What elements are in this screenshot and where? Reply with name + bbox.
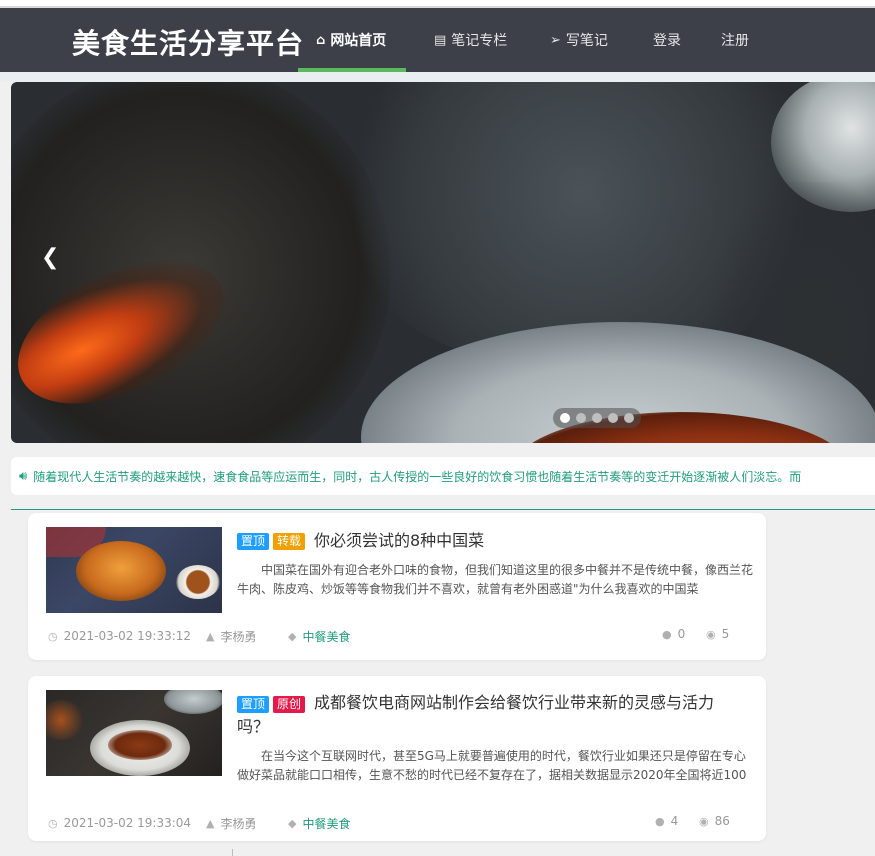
article-comments: ● 0 (662, 626, 685, 642)
clock-icon: ◷ (48, 816, 58, 830)
article-comments-count: 0 (677, 627, 686, 641)
section-divider (11, 509, 875, 510)
article-title[interactable]: 成都餐饮电商网站制作会给餐饮行业带来新的灵感与活力 (314, 691, 764, 715)
site-header: 美食生活分享平台 ⌂ 网站首页 ▤ 笔记专栏 ➢ 写笔记 登录 注册 (0, 6, 875, 73)
speaker-icon: 🔊︎ (19, 468, 28, 484)
user-icon: ▲ (206, 629, 215, 643)
nav-notes-column[interactable]: ▤ 笔记专栏 (434, 8, 507, 72)
carousel-dot[interactable] (576, 413, 586, 423)
article-date: ◷ 2021-03-02 19:33:04 (48, 815, 191, 831)
comment-icon: ● (655, 814, 665, 828)
article-comments: ● 4 (655, 813, 678, 829)
article-views-count: 5 (721, 627, 730, 641)
clock-icon: ◷ (48, 629, 58, 643)
article-comments-count: 4 (670, 814, 679, 828)
thumbnail-detail (76, 541, 166, 601)
tag-pinned: 置顶 (237, 533, 270, 550)
chevron-left-icon[interactable]: ❮ (41, 247, 59, 269)
paper-plane-icon: ➢ (550, 32, 561, 48)
article-category[interactable]: ◆ 中餐美食 (288, 628, 350, 644)
carousel-dot[interactable] (592, 413, 602, 423)
nav-write-note-label: 写笔记 (565, 33, 608, 49)
carousel-banner[interactable]: ❮ (11, 82, 875, 443)
nav-login[interactable]: 登录 (653, 8, 681, 72)
article-title-continued[interactable]: 吗？ (237, 715, 269, 739)
carousel-dot[interactable] (608, 413, 618, 423)
tag-repost: 转载 (273, 533, 306, 550)
tag-icon: ◆ (288, 816, 297, 830)
article-views-count: 86 (714, 814, 730, 828)
thumbnail-detail (108, 730, 172, 760)
article-date: ◷ 2021-03-02 19:33:12 (48, 628, 191, 644)
article-card[interactable]: 置顶 原创 成都餐饮电商网站制作会给餐饮行业带来新的灵感与活力 吗？ 在当今这个… (28, 676, 766, 841)
tag-original: 原创 (273, 696, 306, 713)
carousel-dot[interactable] (560, 413, 570, 423)
thumbnail-detail (46, 700, 86, 740)
article-title[interactable]: 你必须尝试的8种中国菜 (314, 529, 754, 553)
notice-text: 随着现代人生活节奏的越来越快，速食食品等应运而生，同时，古人传授的一些良好的饮食… (33, 469, 802, 484)
nav-notes-column-label: 笔记专栏 (451, 33, 508, 49)
site-logo[interactable]: 美食生活分享平台 (72, 22, 304, 62)
eye-icon: ◉ (706, 627, 716, 641)
article-category[interactable]: ◆ 中餐美食 (288, 815, 350, 831)
article-author-text: 李杨勇 (220, 816, 257, 831)
article-thumbnail[interactable] (46, 527, 222, 613)
nav-write-note[interactable]: ➢ 写笔记 (550, 8, 608, 72)
article-tags: 置顶 转载 (237, 533, 306, 550)
article-tags: 置顶 原创 (237, 696, 306, 713)
notice-bar: 🔊︎ 随着现代人生活节奏的越来越快，速食食品等应运而生，同时，古人传授的一些良好… (11, 457, 875, 495)
article-thumbnail[interactable] (46, 690, 222, 776)
article-views: ◉ 86 (699, 813, 730, 829)
user-icon: ▲ (206, 816, 215, 830)
tag-icon: ◆ (288, 629, 297, 643)
nav-login-label: 登录 (653, 33, 681, 49)
carousel-indicators (553, 408, 641, 428)
nav-register-label: 注册 (721, 33, 749, 49)
next-card-edge (232, 849, 233, 856)
article-views: ◉ 5 (706, 626, 729, 642)
article-date-text: 2021-03-02 19:33:12 (63, 629, 192, 643)
header-gap (0, 72, 875, 82)
thumbnail-detail (176, 565, 220, 599)
document-icon: ▤ (434, 32, 447, 48)
article-summary: 中国菜在国外有迎合老外口味的食物，但我们知道这里的很多中餐并不是传统中餐，像西兰… (237, 563, 754, 596)
article-card[interactable]: 置顶 转载 你必须尝试的8种中国菜 中国菜在国外有迎合老外口味的食物，但我们知道… (28, 513, 766, 660)
article-summary: 在当今这个互联网时代，甚至5G马上就要普遍使用的时代，餐饮行业如果还只是停留在专… (237, 749, 747, 782)
article-author: ▲ 李杨勇 (206, 628, 256, 644)
home-icon: ⌂ (316, 32, 326, 48)
thumbnail-detail (164, 690, 222, 714)
carousel-dot[interactable] (624, 413, 634, 423)
article-author-text: 李杨勇 (220, 629, 257, 644)
tag-pinned: 置顶 (237, 696, 270, 713)
eye-icon: ◉ (699, 814, 709, 828)
nav-register[interactable]: 注册 (721, 8, 749, 72)
article-category-text[interactable]: 中餐美食 (302, 815, 350, 832)
comment-icon: ● (662, 627, 672, 641)
article-author: ▲ 李杨勇 (206, 815, 256, 831)
nav-home[interactable]: ⌂ 网站首页 (316, 8, 386, 72)
article-category-text[interactable]: 中餐美食 (302, 628, 350, 645)
nav-home-label: 网站首页 (330, 33, 387, 49)
article-date-text: 2021-03-02 19:33:04 (63, 816, 192, 830)
